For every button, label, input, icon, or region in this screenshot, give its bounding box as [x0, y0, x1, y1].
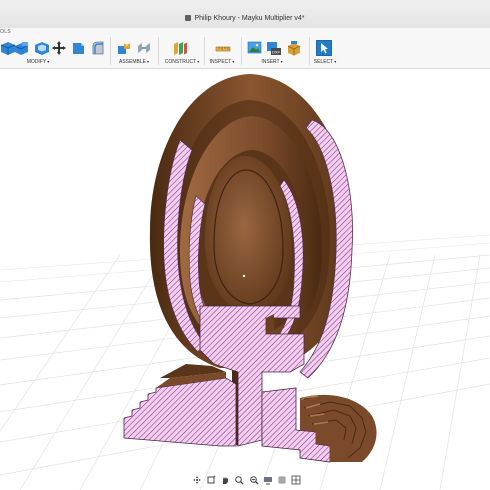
inspect-label: INSPECT — [209, 59, 232, 65]
grid-settings-icon[interactable] — [277, 475, 287, 485]
construct-label: CONSTRUCT — [164, 59, 197, 65]
insert-label: INSERT — [261, 59, 280, 65]
section-face-base-left-steps — [123, 377, 237, 447]
toolbar-divider — [204, 37, 205, 65]
toolbar-divider — [309, 37, 310, 65]
viewports-icon[interactable] — [291, 475, 301, 485]
canvas-viewport[interactable] — [0, 69, 490, 490]
ribbon-toolbar: OLS MODIFY▾ ASSEMBLE▾ CONSTRUCT▾ INSPECT… — [0, 28, 490, 69]
toolbar-divider — [110, 37, 111, 65]
chevron-down-icon: ▾ — [197, 59, 200, 64]
navigation-bar — [189, 474, 304, 486]
select-label: SELECT — [313, 59, 334, 65]
joint-icon[interactable] — [136, 40, 152, 56]
document-title-text: Philip Khoury - Mayku Multiplier v4* — [194, 15, 305, 22]
shell-icon[interactable] — [34, 40, 50, 56]
split-body-icon[interactable] — [70, 40, 86, 56]
construct-menu[interactable]: CONSTRUCT▾ — [165, 59, 199, 65]
document-icon — [185, 15, 192, 21]
workspace-tab-fragment[interactable]: OLS — [0, 29, 11, 35]
pan-icon[interactable] — [220, 475, 230, 485]
assemble-menu[interactable]: ASSEMBLE▾ — [119, 59, 149, 65]
model-scene — [0, 74, 490, 490]
chevron-down-icon: ▾ — [334, 59, 337, 64]
fit-icon[interactable] — [249, 475, 259, 485]
egg-model[interactable] — [123, 74, 377, 463]
insert-image-icon[interactable] — [247, 40, 263, 56]
split-face-icon[interactable] — [90, 40, 106, 56]
zoom-icon[interactable] — [234, 475, 244, 485]
svg-text:DXF: DXF — [272, 50, 281, 55]
move-icon[interactable] — [51, 40, 67, 56]
chevron-down-icon: ▾ — [280, 59, 283, 64]
title-bar: Philip Khoury - Mayku Multiplier v4* — [0, 0, 490, 29]
fusion-app-window: Philip Khoury - Mayku Multiplier v4* OLS… — [0, 0, 490, 490]
measure-icon[interactable] — [215, 40, 231, 56]
look-at-icon[interactable] — [206, 475, 216, 485]
select-arrow-icon[interactable] — [316, 40, 332, 56]
insert-menu[interactable]: INSERT▾ — [261, 59, 282, 65]
chevron-down-icon: ▾ — [232, 59, 235, 64]
chevron-down-icon: ▾ — [146, 59, 149, 64]
display-settings-icon[interactable] — [263, 475, 273, 485]
assemble-label: ASSEMBLE — [119, 59, 146, 65]
insert-mcmaster-icon[interactable] — [286, 40, 302, 56]
toolbar-divider — [241, 37, 242, 65]
fillet-icon[interactable] — [13, 40, 29, 56]
offset-plane-icon[interactable] — [172, 40, 188, 56]
select-menu[interactable]: SELECT▾ — [314, 59, 336, 65]
inspect-menu[interactable]: INSPECT▾ — [210, 59, 235, 65]
new-component-icon[interactable] — [116, 40, 132, 56]
toolbar-divider — [158, 37, 159, 65]
orbit-icon[interactable] — [192, 475, 202, 485]
chevron-down-icon: ▾ — [47, 59, 50, 64]
document-title: Philip Khoury - Mayku Multiplier v4* — [0, 15, 490, 22]
modify-label: MODIFY — [26, 59, 47, 65]
modify-menu[interactable]: MODIFY▾ — [27, 59, 49, 65]
insert-svg-icon[interactable]: DXF — [266, 40, 282, 56]
